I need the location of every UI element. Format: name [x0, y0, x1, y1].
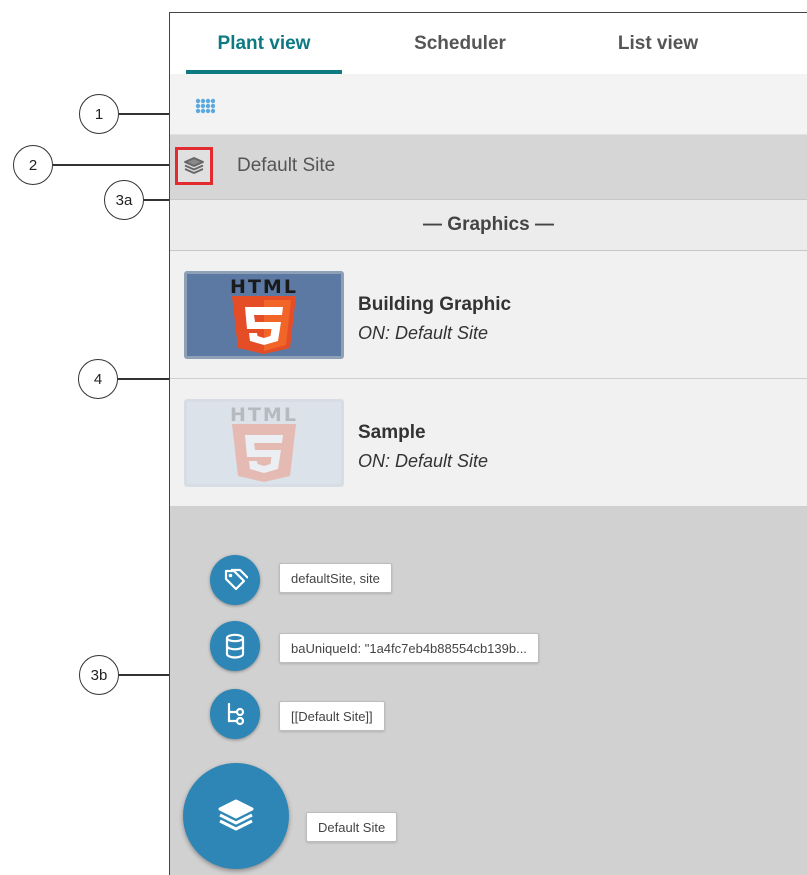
tab-bar: Plant view Scheduler List view	[170, 13, 807, 74]
callout-3b: 3b	[79, 655, 119, 695]
graphic-list-item[interactable]: HTML Sample ON: Default Site	[170, 379, 807, 507]
tags-chip: defaultSite, site	[279, 563, 392, 593]
site-title: Default Site	[237, 155, 336, 176]
callout-label: 2	[28, 156, 38, 174]
callout-leader	[119, 674, 170, 676]
plant-view-panel: Plant view Scheduler List view Default S…	[169, 12, 807, 875]
apps-grid-icon[interactable]	[195, 98, 216, 118]
thumb-html-text: HTML	[230, 404, 298, 426]
callout-label: 1	[94, 105, 104, 123]
graphic-location: ON: Default Site	[358, 323, 489, 343]
graphic-name: Building Graphic	[358, 294, 512, 315]
graphic-name: Sample	[358, 422, 426, 443]
callout-label: 3b	[90, 666, 108, 684]
layers-icon	[184, 157, 204, 174]
callout-leader	[118, 378, 170, 380]
graphic-list-item[interactable]: HTML Building Graphic ON: Default Site	[170, 251, 807, 379]
database-icon	[225, 633, 245, 659]
tags-button[interactable]	[210, 555, 260, 605]
site-name-chip: Default Site	[306, 812, 398, 842]
callout-label: 3a	[115, 191, 133, 209]
callout-4: 4	[78, 359, 118, 399]
html5-icon: HTML	[230, 404, 298, 482]
html5-thumbnail: HTML	[184, 399, 344, 487]
database-button[interactable]	[210, 621, 260, 671]
site-header-row[interactable]: Default Site	[170, 135, 807, 199]
tag-icon	[224, 568, 248, 591]
graphic-location: ON: Default Site	[358, 451, 489, 471]
info-area: defaultSite, site baUniqueId: "1a4fc7eb4…	[170, 507, 807, 875]
html5-thumbnail: HTML	[184, 271, 344, 359]
path-chip: [[Default Site]]	[279, 701, 385, 731]
callout-3a: 3a	[104, 180, 144, 220]
site-layers-button[interactable]	[175, 147, 213, 185]
callout-label: 4	[93, 370, 103, 388]
callout-leader	[53, 164, 176, 166]
tab-list-view[interactable]: List view	[580, 13, 736, 74]
site-main-fab[interactable]	[183, 763, 289, 869]
layers-icon	[218, 799, 254, 831]
hierarchy-button[interactable]	[210, 689, 260, 739]
callout-2: 2	[13, 145, 53, 185]
graphics-section-header: — Graphics —	[170, 199, 807, 251]
tab-scheduler[interactable]: Scheduler	[382, 13, 538, 74]
thumb-html-text: HTML	[230, 276, 298, 298]
unique-id-chip: baUniqueId: "1a4fc7eb4b88554cb139b...	[279, 633, 539, 663]
tab-plant-view[interactable]: Plant view	[186, 13, 342, 74]
app-bar	[170, 74, 807, 135]
html5-icon: HTML	[230, 276, 298, 354]
hierarchy-icon	[227, 702, 245, 726]
callout-1: 1	[79, 94, 119, 134]
